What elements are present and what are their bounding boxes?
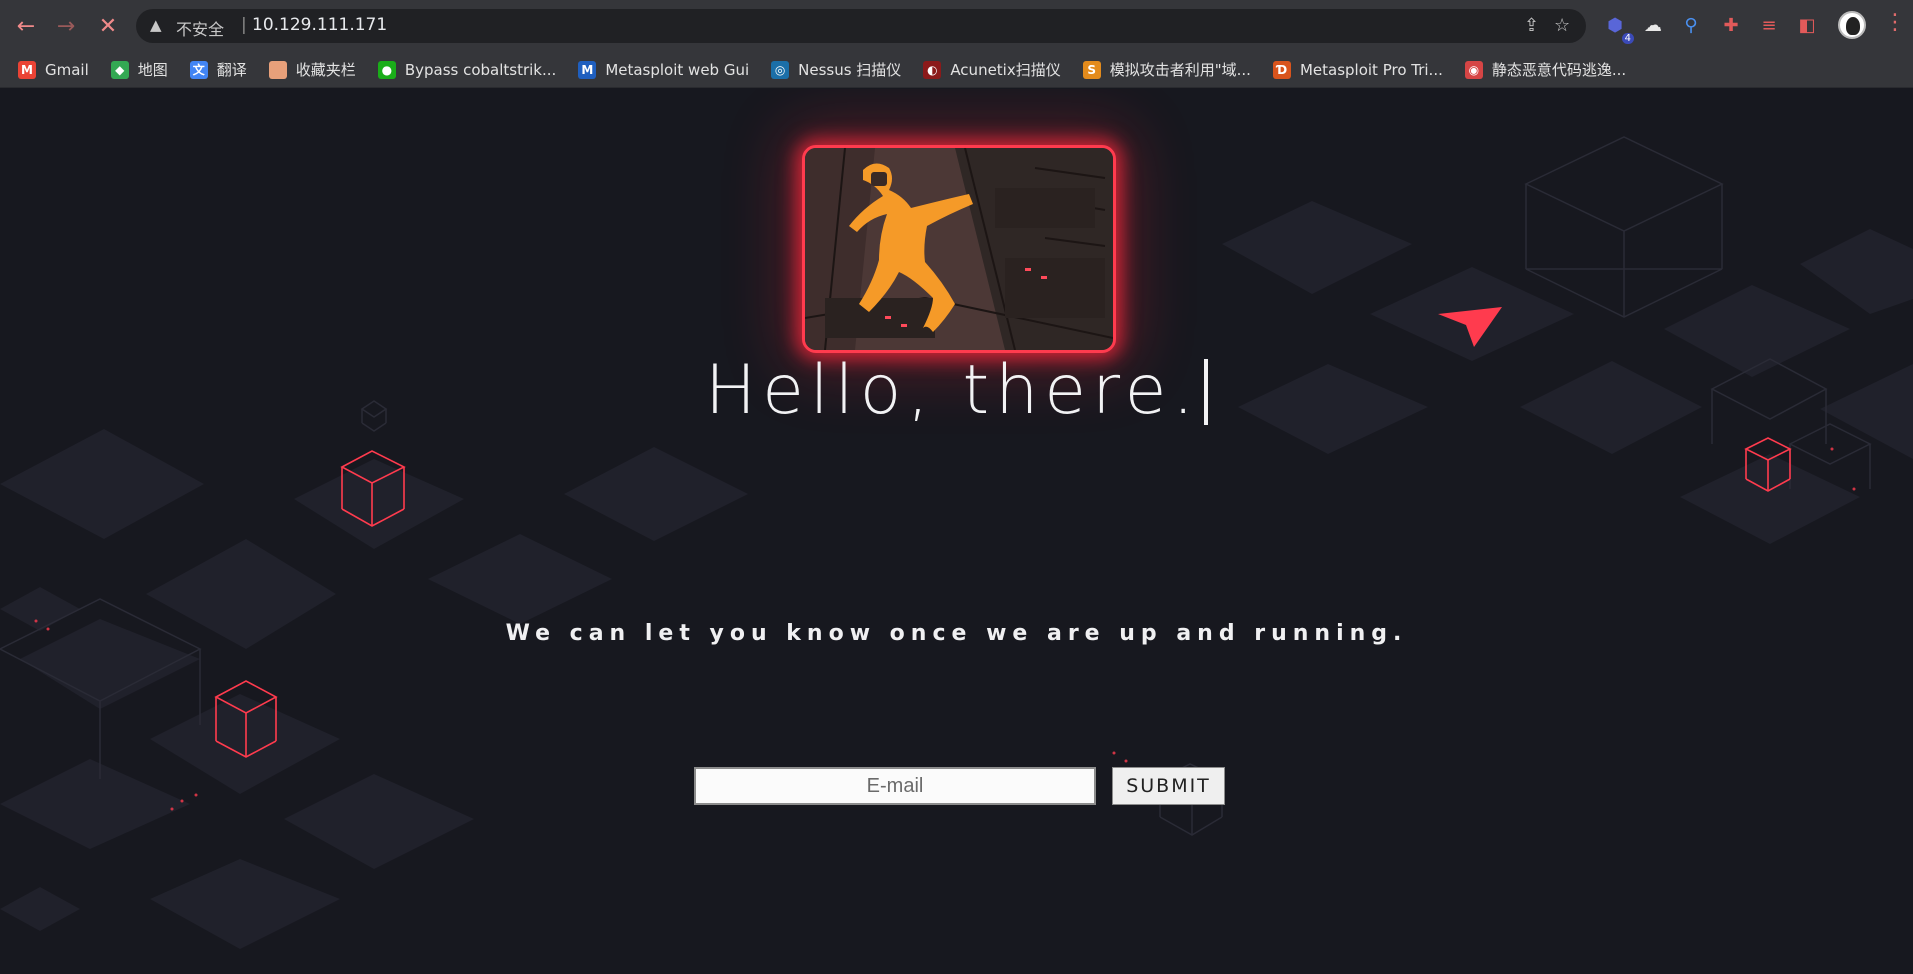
page-title: Hello, there.	[0, 351, 1913, 430]
maps-icon: ◆	[110, 60, 129, 79]
translate-icon: 文	[189, 60, 208, 79]
acunetix-icon: ◐	[923, 60, 942, 79]
extension-cloud-icon[interactable]: ☁	[1640, 12, 1666, 38]
bookmark-item[interactable]: ◉ 静态恶意代码逃逸...	[1464, 59, 1627, 80]
extensions-puzzle-icon[interactable]: ✚	[1718, 12, 1744, 38]
address-separator: |	[241, 15, 247, 35]
metasploit-pro-icon: Ɗ	[1272, 60, 1291, 79]
globe-icon: ◉	[1464, 60, 1483, 79]
extension-pin-icon[interactable]: ⚲	[1678, 12, 1704, 38]
bookmark-star-icon[interactable]: ☆	[1554, 15, 1570, 36]
address-bar[interactable]: ▲ 不安全 | 10.129.111.171 ⇪ ☆	[136, 9, 1586, 43]
browser-toolbar: ← → ✕ ▲ 不安全 | 10.129.111.171 ⇪ ☆ ⬢ 4 ☁ ⚲ …	[0, 0, 1913, 52]
bookmark-item[interactable]: ● Bypass cobaltstrik...	[377, 60, 557, 79]
browser-menu-icon[interactable]: ⋮	[1884, 10, 1906, 35]
bookmark-item[interactable]: M Metasploit web Gui	[578, 60, 750, 79]
gmail-icon: M	[18, 60, 36, 79]
metasploit-icon: M	[578, 60, 597, 79]
back-arrow-icon[interactable]: ←	[10, 10, 42, 42]
bookmark-item[interactable]: ◎ Nessus 扫描仪	[771, 59, 901, 80]
reading-list-icon[interactable]: ≡	[1756, 12, 1782, 38]
bookmark-label: 静态恶意代码逃逸...	[1491, 61, 1627, 79]
folder-icon	[268, 60, 287, 79]
bookmark-label: 地图	[137, 61, 168, 79]
bookmark-label: Metasploit web Gui	[605, 60, 750, 79]
share-icon[interactable]: ⇪	[1524, 15, 1539, 36]
landing-page: Hello, there. We can let you know once w…	[0, 89, 1913, 974]
bookmark-item[interactable]: ◐ Acunetix扫描仪	[923, 59, 1061, 80]
profile-avatar[interactable]	[1838, 11, 1866, 39]
warning-triangle-icon[interactable]: ▲	[150, 16, 162, 34]
bookmark-label: Bypass cobaltstrik...	[404, 60, 557, 79]
page-subtitle: We can let you know once we are up and r…	[505, 621, 1408, 646]
bookmark-label: Metasploit Pro Tri...	[1299, 60, 1443, 79]
typing-caret	[1204, 359, 1209, 425]
bookmark-label: Gmail	[45, 60, 89, 79]
forward-arrow-icon[interactable]: →	[50, 10, 82, 42]
address-url[interactable]: 10.129.111.171	[252, 15, 387, 35]
page-title-text: Hello, there.	[704, 351, 1201, 430]
bookmark-label: 收藏夹栏	[295, 61, 356, 79]
hero-illustration	[802, 145, 1116, 353]
bookmark-item[interactable]: ◆ 地图	[110, 59, 168, 80]
stop-loading-icon[interactable]: ✕	[92, 10, 124, 42]
wechat-icon: ●	[377, 60, 396, 79]
s-icon: S	[1082, 60, 1101, 79]
astronaut-illustration	[805, 148, 1113, 350]
security-status-label[interactable]: 不安全	[176, 16, 224, 40]
extension-hexagon-icon[interactable]: ⬢ 4	[1602, 12, 1634, 44]
bookmark-label: 模拟攻击者利用"域...	[1109, 61, 1251, 79]
bookmark-item[interactable]: Ɗ Metasploit Pro Tri...	[1272, 60, 1443, 79]
bookmark-item[interactable]: S 模拟攻击者利用"域...	[1082, 59, 1251, 80]
bookmark-label: Acunetix扫描仪	[950, 61, 1061, 79]
bookmark-label: Nessus 扫描仪	[798, 61, 902, 79]
extension-badge: 4	[1621, 33, 1634, 44]
bookmark-item[interactable]: 收藏夹栏	[268, 59, 356, 80]
bookmark-item[interactable]: 文翻译	[189, 59, 247, 80]
email-field[interactable]	[694, 767, 1096, 805]
submit-button[interactable]: SUBMIT	[1112, 767, 1225, 805]
side-panel-icon[interactable]: ◧	[1794, 12, 1820, 38]
nessus-icon: ◎	[771, 60, 790, 79]
bookmark-item[interactable]: M Gmail	[18, 60, 89, 79]
bookmark-label: 翻译	[216, 61, 247, 79]
bookmarks-bar: M Gmail ◆ 地图文翻译 收藏夹栏 ● Bypass cobaltstrik... M M…	[0, 52, 1913, 88]
